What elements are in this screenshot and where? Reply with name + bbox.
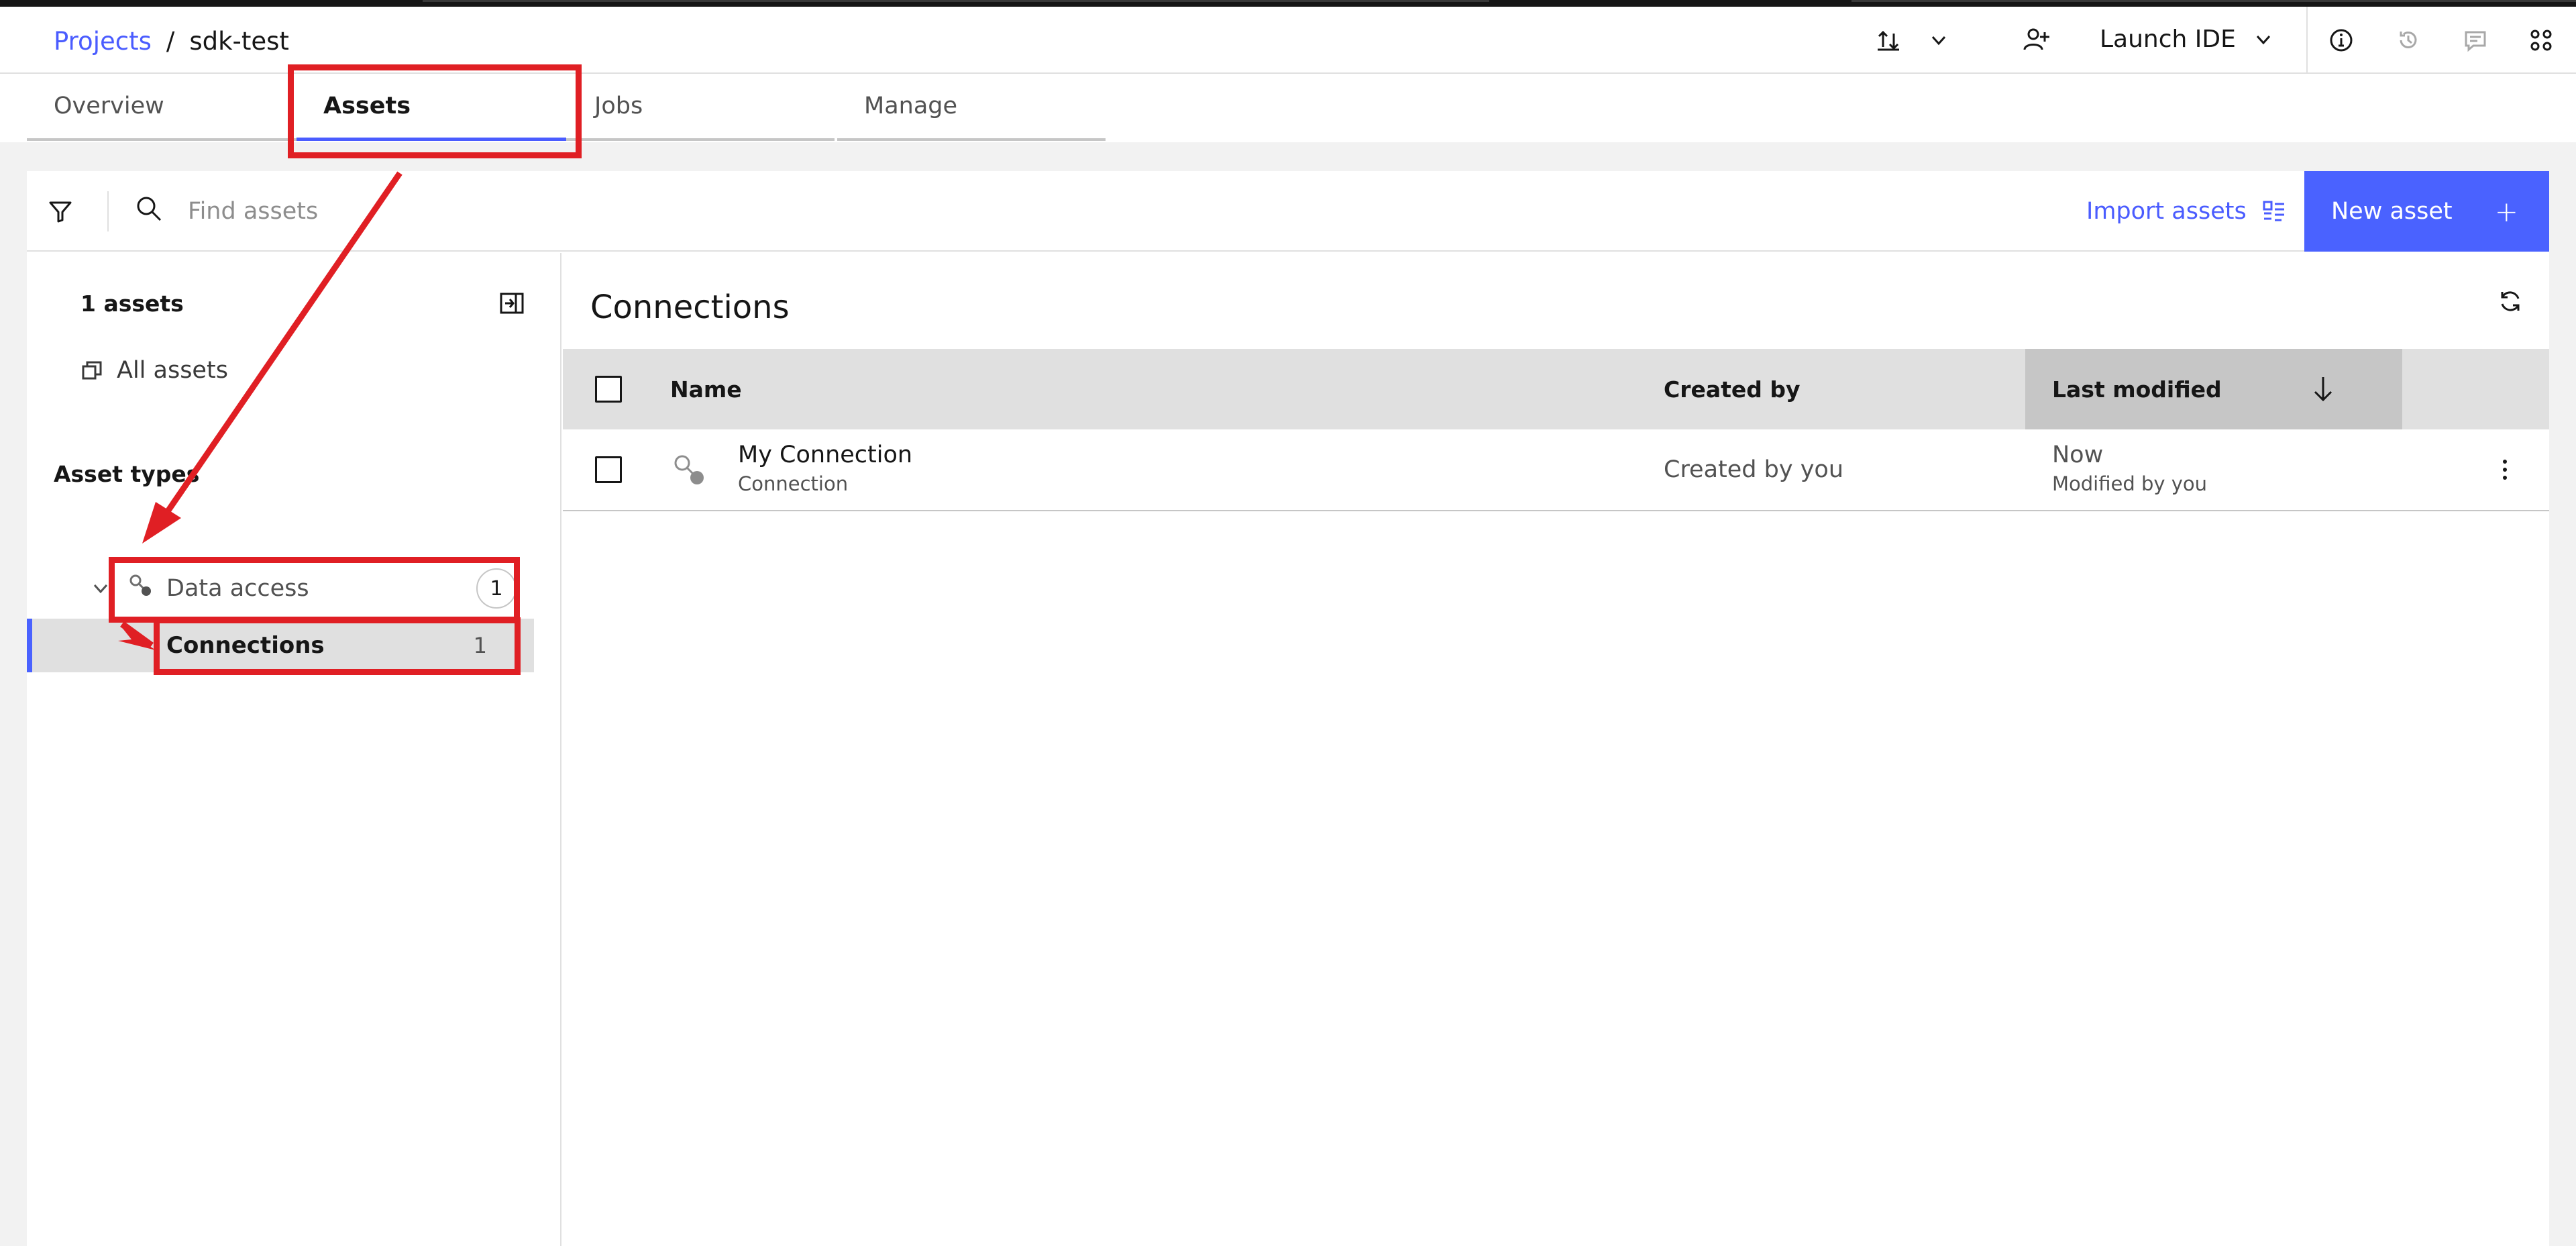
annotation-arrowhead <box>142 502 181 543</box>
annotation-arrows <box>118 171 402 650</box>
annotation-arrow-line <box>164 171 402 515</box>
